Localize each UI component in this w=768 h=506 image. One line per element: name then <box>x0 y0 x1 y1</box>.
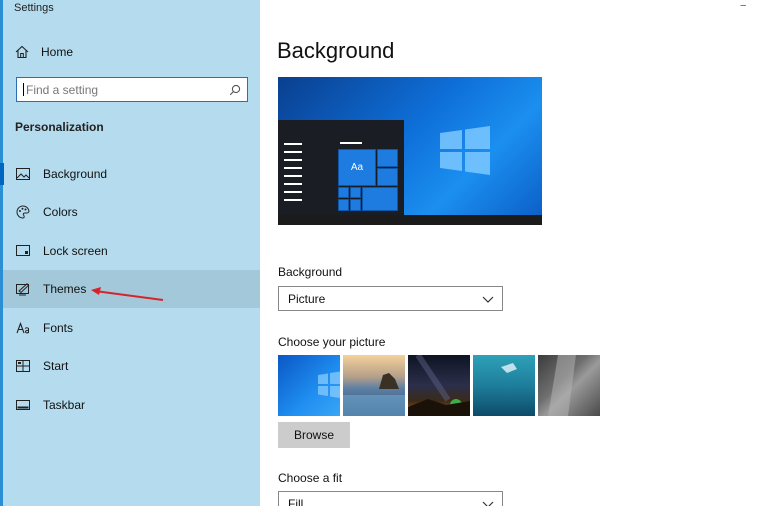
preview-tile <box>350 187 361 198</box>
picture-icon <box>15 166 31 182</box>
search-icon[interactable] <box>229 84 241 96</box>
nav-item-background[interactable]: Background <box>0 155 260 193</box>
preview-header-line <box>340 142 362 144</box>
nav-item-colors[interactable]: Colors <box>3 193 260 231</box>
nav-home[interactable]: Home <box>3 38 260 66</box>
nav-item-label: Background <box>43 167 108 181</box>
night-sky <box>408 355 470 416</box>
diver-silhouette <box>501 363 517 373</box>
preview-tile <box>350 199 361 211</box>
nav-item-fonts[interactable]: Fonts <box>3 309 260 347</box>
fit-dropdown-value: Fill <box>288 496 304 506</box>
choose-picture-label: Choose your picture <box>278 335 386 349</box>
nav-item-label: Themes <box>43 282 87 296</box>
page-title: Background <box>277 38 395 63</box>
start-icon <box>15 358 31 374</box>
background-dropdown[interactable]: Picture <box>278 286 503 311</box>
fonts-icon <box>15 320 31 336</box>
preview-tile <box>377 168 398 186</box>
taskbar-icon <box>15 397 31 413</box>
picture-thumbnail-2[interactable] <box>343 355 405 416</box>
fit-label: Choose a fit <box>278 471 343 485</box>
browse-button[interactable]: Browse <box>278 422 350 448</box>
preview-taskbar <box>278 215 542 225</box>
section-title: Personalization <box>15 120 104 134</box>
themes-icon <box>15 281 31 297</box>
sidebar: Settings Home Personalization Background… <box>0 0 260 506</box>
preview-tile <box>338 199 349 211</box>
search-input[interactable] <box>26 82 229 97</box>
nav-item-start[interactable]: Start <box>3 347 260 385</box>
preview-tile <box>338 187 349 198</box>
home-label: Home <box>41 45 74 59</box>
rock-silhouette <box>343 373 405 416</box>
picture-thumbnail-1[interactable] <box>278 355 340 416</box>
nav-item-taskbar[interactable]: Taskbar <box>3 386 260 424</box>
window-control-icon[interactable]: − <box>740 0 746 12</box>
chevron-down-icon <box>482 296 494 303</box>
main-content: Background Aa Background Picture Choose … <box>260 0 768 506</box>
lock-screen-icon <box>15 243 31 259</box>
picture-thumbnail-3[interactable] <box>408 355 470 416</box>
text-caret <box>23 83 24 96</box>
preview-tile-aa: Aa <box>338 149 376 186</box>
picture-thumbnails <box>278 355 600 416</box>
preview-tile <box>377 149 398 167</box>
preview-app-list <box>284 143 306 207</box>
nav-item-label: Fonts <box>43 321 74 335</box>
picture-thumbnail-5[interactable] <box>538 355 600 416</box>
picture-thumbnail-4[interactable] <box>473 355 535 416</box>
window-title: Settings <box>14 2 54 14</box>
nav-item-label: Colors <box>43 205 78 219</box>
windows-logo-icon <box>440 126 490 175</box>
desktop-preview: Aa <box>278 77 542 225</box>
preview-tile <box>362 187 398 211</box>
preview-tiles: Aa <box>338 149 398 211</box>
search-box[interactable] <box>16 77 248 102</box>
preview-start-menu: Aa <box>278 120 404 215</box>
fit-dropdown[interactable]: Fill <box>278 491 503 506</box>
nav-item-label: Taskbar <box>43 398 86 412</box>
nav-item-lock-screen[interactable]: Lock screen <box>3 232 260 270</box>
chevron-down-icon <box>482 501 494 506</box>
cliff-texture <box>548 355 576 416</box>
background-label: Background <box>278 265 343 279</box>
annotation-arrow <box>91 287 164 301</box>
nav-item-label: Lock screen <box>43 244 108 258</box>
background-dropdown-value: Picture <box>288 291 326 306</box>
palette-icon <box>15 204 31 220</box>
nav-item-label: Start <box>43 359 69 373</box>
windows-logo-icon <box>318 371 340 398</box>
home-icon <box>15 45 29 59</box>
